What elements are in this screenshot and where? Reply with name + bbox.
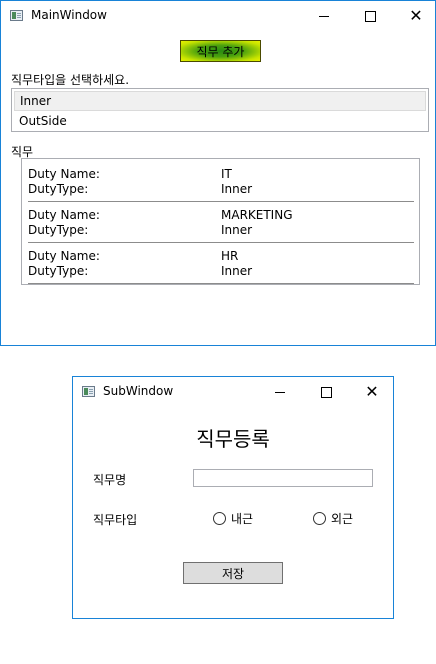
duty-type-label: 직무타입 [93, 513, 138, 527]
duty-type-listbox[interactable]: Inner OutSide [11, 88, 429, 132]
add-duty-button[interactable]: 직무 추가 [180, 40, 261, 62]
duty-list-item[interactable]: Duty Name: DutyType: MARKETING Inner [28, 203, 414, 243]
radio-inner[interactable]: 내근 [213, 510, 253, 527]
close-icon[interactable]: ✕ [349, 377, 395, 407]
sub-window-heading: 직무등록 [196, 427, 270, 451]
close-icon[interactable]: ✕ [393, 1, 436, 31]
duty-type-key: DutyType: [28, 264, 89, 278]
sub-window: SubWindow ✕ 직무등록 직무명 직무타입 내근 외근 저장 [72, 376, 394, 619]
duty-type-value: Inner [221, 264, 253, 278]
type-option-outside[interactable]: OutSide [14, 111, 426, 131]
duty-type-key: DutyType: [28, 182, 89, 196]
maximize-icon[interactable] [303, 377, 349, 407]
duty-name-label: 직무명 [93, 473, 127, 487]
duty-name-value: HR [221, 249, 239, 263]
sub-titlebar[interactable]: SubWindow ✕ [73, 377, 393, 407]
type-option-inner[interactable]: Inner [14, 91, 426, 111]
duty-name-key: Duty Name: [28, 167, 100, 181]
duty-list-item[interactable]: Duty Name: DutyType: HR Inner [28, 244, 414, 284]
radio-inner-label: 내근 [231, 512, 254, 526]
main-window: MainWindow ✕ 직무 추가 직무타입을 선택하세요. Inner Ou… [0, 0, 436, 346]
minimize-icon[interactable] [257, 377, 303, 407]
app-window-icon [82, 386, 95, 397]
radio-outer[interactable]: 외근 [313, 510, 353, 527]
maximize-icon[interactable] [347, 1, 393, 31]
sub-window-title: SubWindow [103, 384, 174, 398]
duty-type-key: DutyType: [28, 223, 89, 237]
duty-name-key: Duty Name: [28, 249, 100, 263]
duty-name-input[interactable] [193, 469, 373, 487]
main-window-title: MainWindow [31, 8, 107, 22]
main-titlebar[interactable]: MainWindow ✕ [1, 1, 435, 31]
app-window-icon [10, 10, 23, 21]
duty-type-value: Inner [221, 223, 253, 237]
save-button[interactable]: 저장 [183, 562, 283, 584]
duty-type-value: Inner [221, 182, 253, 196]
duty-name-value: MARKETING [221, 208, 293, 222]
duty-list-item[interactable]: Duty Name: DutyType: IT Inner [28, 162, 414, 202]
radio-unchecked-icon[interactable] [313, 512, 326, 525]
radio-unchecked-icon[interactable] [213, 512, 226, 525]
duty-listbox[interactable]: Duty Name: DutyType: IT Inner Duty Name:… [21, 158, 420, 285]
type-prompt-label: 직무타입을 선택하세요. [11, 73, 130, 87]
duty-name-key: Duty Name: [28, 208, 100, 222]
radio-outer-label: 외근 [331, 512, 354, 526]
minimize-icon[interactable] [301, 1, 347, 31]
duty-name-value: IT [221, 167, 232, 181]
